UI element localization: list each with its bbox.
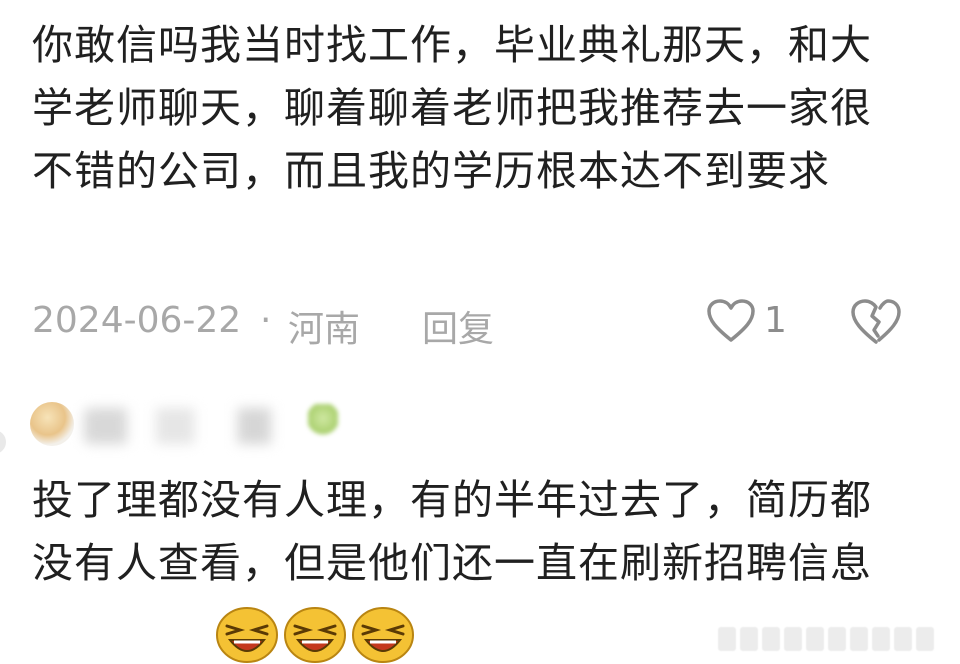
watermark-glyph [740, 627, 758, 651]
comment-date: 2024-06-22 [32, 300, 242, 341]
laughing-emoji-icon [352, 607, 414, 663]
laughing-emoji-icon [216, 607, 278, 663]
emoji-group [214, 604, 434, 664]
watermark-glyph [806, 627, 824, 651]
watermark-glyph [718, 627, 736, 651]
comment-text: 投了理都没有人理，有的半年过去了，简历都没有人查看，但是他们还一直在刷新招聘信息 [32, 476, 872, 587]
reply-button[interactable]: 回复 [422, 300, 494, 352]
comment-location: 河南 [288, 309, 361, 350]
watermark-glyph [784, 627, 802, 651]
dislike-button[interactable] [850, 298, 902, 346]
comment-meta: 2024-06-22 · 河南 回复 1 [32, 294, 932, 350]
like-count: 1 [764, 300, 787, 341]
watermark-glyph [872, 627, 890, 651]
heart-icon [707, 299, 755, 342]
comment-user[interactable] [30, 396, 450, 452]
watermark-glyph [916, 627, 934, 651]
watermark-glyph [850, 627, 868, 651]
meta-separator: · [260, 300, 272, 341]
comment-text: 你敢信吗我当时找工作，毕业典礼那天，和大学老师聊天，聊着聊着老师把我推荐去一家很… [32, 21, 872, 195]
avatar[interactable] [30, 402, 74, 446]
broken-heart-icon [851, 299, 901, 344]
watermark-glyph [894, 627, 912, 651]
laughing-emoji-icon [284, 607, 346, 663]
scroll-edge-indicator [0, 430, 6, 454]
like-button[interactable]: 1 [706, 294, 796, 350]
watermark-glyph [762, 627, 780, 651]
watermark-glyph [828, 627, 846, 651]
watermark [718, 622, 948, 656]
leaf-badge-icon [308, 404, 338, 440]
username-blurred[interactable] [84, 408, 324, 444]
